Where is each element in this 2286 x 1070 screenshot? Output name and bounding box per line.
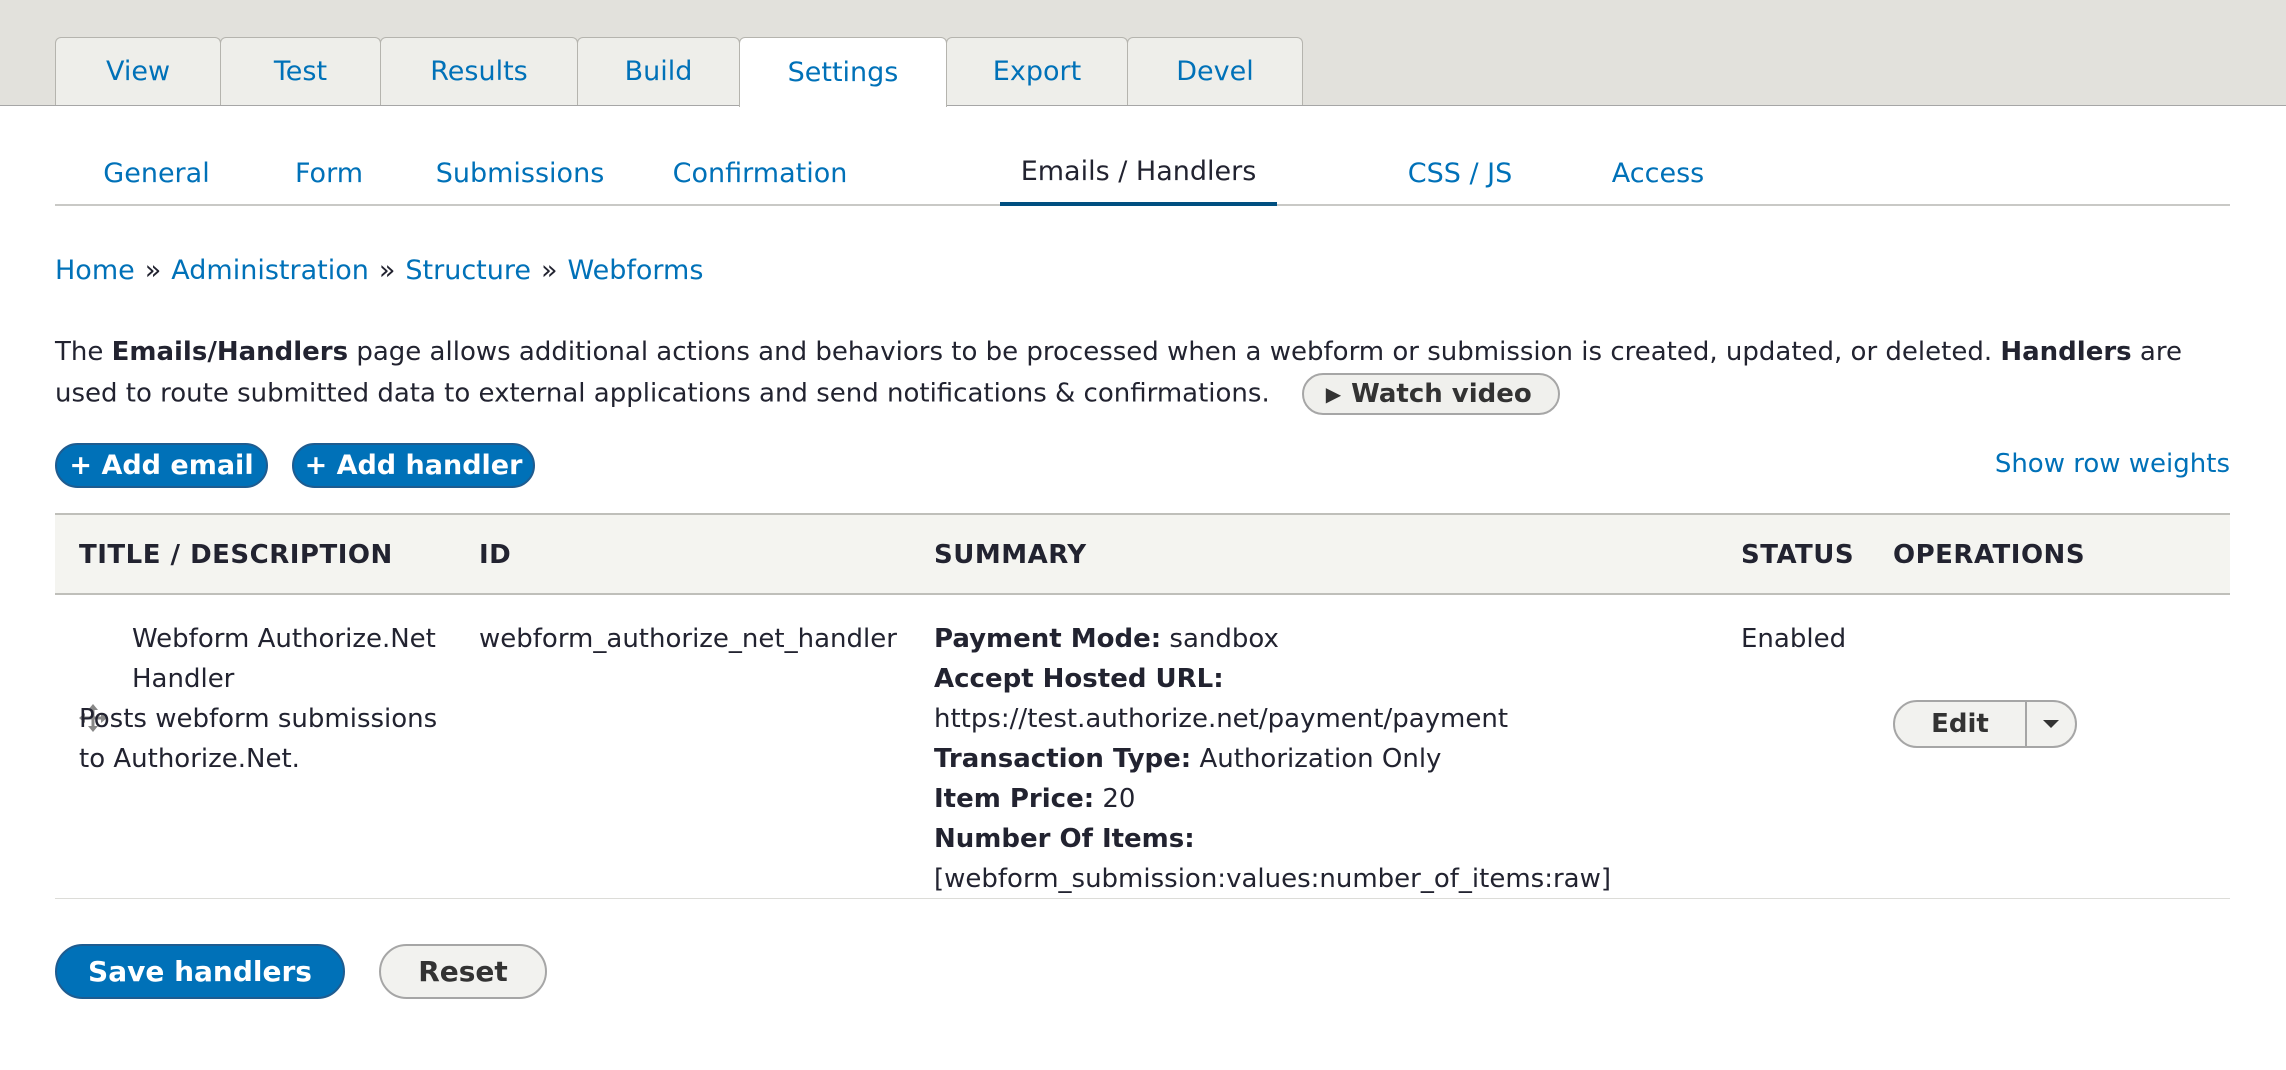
- show-row-weights-link[interactable]: Show row weights: [1995, 449, 2230, 479]
- breadcrumb-webforms[interactable]: Webforms: [568, 255, 704, 286]
- description-text: page allows additional actions and behav…: [348, 337, 2001, 367]
- summary-label: Item Price:: [934, 784, 1095, 814]
- reset-button[interactable]: Reset: [379, 944, 547, 999]
- breadcrumb-separator: »: [378, 255, 396, 286]
- header-id: ID: [479, 540, 512, 570]
- save-handlers-button[interactable]: Save handlers: [55, 944, 345, 999]
- subtab-emails-handlers[interactable]: Emails / Handlers: [1000, 140, 1277, 206]
- action-bar: + Add email + Add handler Show row weigh…: [55, 443, 2230, 488]
- summary-payment-mode: Payment Mode: sandbox: [934, 619, 1714, 659]
- summary-accept-url: https://test.authorize.net/payment/payme…: [934, 704, 1509, 734]
- summary-label: Accept Hosted URL:: [934, 664, 1224, 694]
- chevron-down-icon: [2043, 720, 2059, 728]
- handler-title-link[interactable]: Webform Authorize.Net Handler: [132, 619, 462, 699]
- table-row: Webform Authorize.Net Handler Posts webf…: [55, 595, 2230, 899]
- add-handler-button[interactable]: + Add handler: [292, 443, 535, 488]
- handler-id: webform_authorize_net_handler: [479, 624, 897, 654]
- header-operations: OPERATIONS: [1893, 540, 2086, 570]
- summary-number-items: [webform_submission:values:number_of_ite…: [934, 864, 1612, 894]
- breadcrumb-administration[interactable]: Administration: [171, 255, 369, 286]
- summary-transaction-type: Transaction Type: Authorization Only: [934, 739, 1714, 779]
- play-icon: ▶: [1325, 381, 1342, 406]
- watch-video-button[interactable]: ▶ Watch video: [1301, 373, 1560, 415]
- table-header: TITLE / DESCRIPTION ID SUMMARY STATUS OP…: [55, 513, 2230, 595]
- description-emphasis-emails-handlers: Emails/Handlers: [111, 337, 349, 367]
- description-text: The: [55, 337, 112, 367]
- summary-label: Transaction Type:: [934, 744, 1192, 774]
- summary-value: 20: [1102, 784, 1136, 814]
- breadcrumb: Home » Administration » Structure » Webf…: [55, 255, 703, 286]
- handler-summary: Payment Mode: sandbox Accept Hosted URL:…: [934, 619, 1714, 899]
- secondary-tabs: General Form Submissions Confirmation Em…: [55, 140, 2230, 206]
- summary-value: sandbox: [1169, 624, 1279, 654]
- primary-tab-bar: View Test Results Build Settings Export …: [0, 0, 2286, 107]
- summary-accept-url-label: Accept Hosted URL:: [934, 659, 1714, 699]
- summary-value: Authorization Only: [1199, 744, 1442, 774]
- handler-status: Enabled: [1741, 624, 1847, 654]
- breadcrumb-structure[interactable]: Structure: [405, 255, 531, 286]
- summary-label: Payment Mode:: [934, 624, 1162, 654]
- primary-tabs: View Test Results Build Settings Export …: [55, 37, 1303, 107]
- subtab-css-js[interactable]: CSS / JS: [1352, 140, 1568, 206]
- tab-results[interactable]: Results: [380, 37, 578, 105]
- edit-button[interactable]: Edit: [1895, 702, 2027, 746]
- tab-view[interactable]: View: [55, 37, 221, 105]
- subtab-form[interactable]: Form: [258, 140, 400, 206]
- page-description: The Emails/Handlers page allows addition…: [55, 332, 2235, 415]
- operations-toggle-button[interactable]: [2027, 702, 2075, 746]
- breadcrumb-home[interactable]: Home: [55, 255, 135, 286]
- summary-item-price: Item Price: 20: [934, 779, 1714, 819]
- header-status: STATUS: [1741, 540, 1855, 570]
- handlers-table: TITLE / DESCRIPTION ID SUMMARY STATUS OP…: [55, 513, 2230, 899]
- summary-label: Number Of Items:: [934, 824, 1195, 854]
- watch-video-label: Watch video: [1351, 378, 1532, 409]
- tab-devel[interactable]: Devel: [1127, 37, 1303, 105]
- subtab-access[interactable]: Access: [1568, 140, 1748, 206]
- description-emphasis-handlers: Handlers: [2000, 337, 2132, 367]
- header-summary: SUMMARY: [934, 540, 1087, 570]
- header-title-description: TITLE / DESCRIPTION: [79, 540, 393, 570]
- handler-description: Posts webform submissions to Authorize.N…: [79, 704, 438, 774]
- tab-export[interactable]: Export: [946, 37, 1128, 105]
- subtab-submissions[interactable]: Submissions: [400, 140, 640, 206]
- add-email-button[interactable]: + Add email: [55, 443, 268, 488]
- tab-settings[interactable]: Settings: [739, 37, 947, 107]
- operations-dropbutton: Edit: [1893, 700, 2077, 748]
- subtab-confirmation[interactable]: Confirmation: [640, 140, 880, 206]
- tab-test[interactable]: Test: [220, 37, 381, 105]
- breadcrumb-separator: »: [540, 255, 558, 286]
- breadcrumb-separator: »: [144, 255, 162, 286]
- summary-number-items-label: Number Of Items:: [934, 819, 1714, 859]
- subtab-general[interactable]: General: [55, 140, 258, 206]
- tab-build[interactable]: Build: [577, 37, 740, 105]
